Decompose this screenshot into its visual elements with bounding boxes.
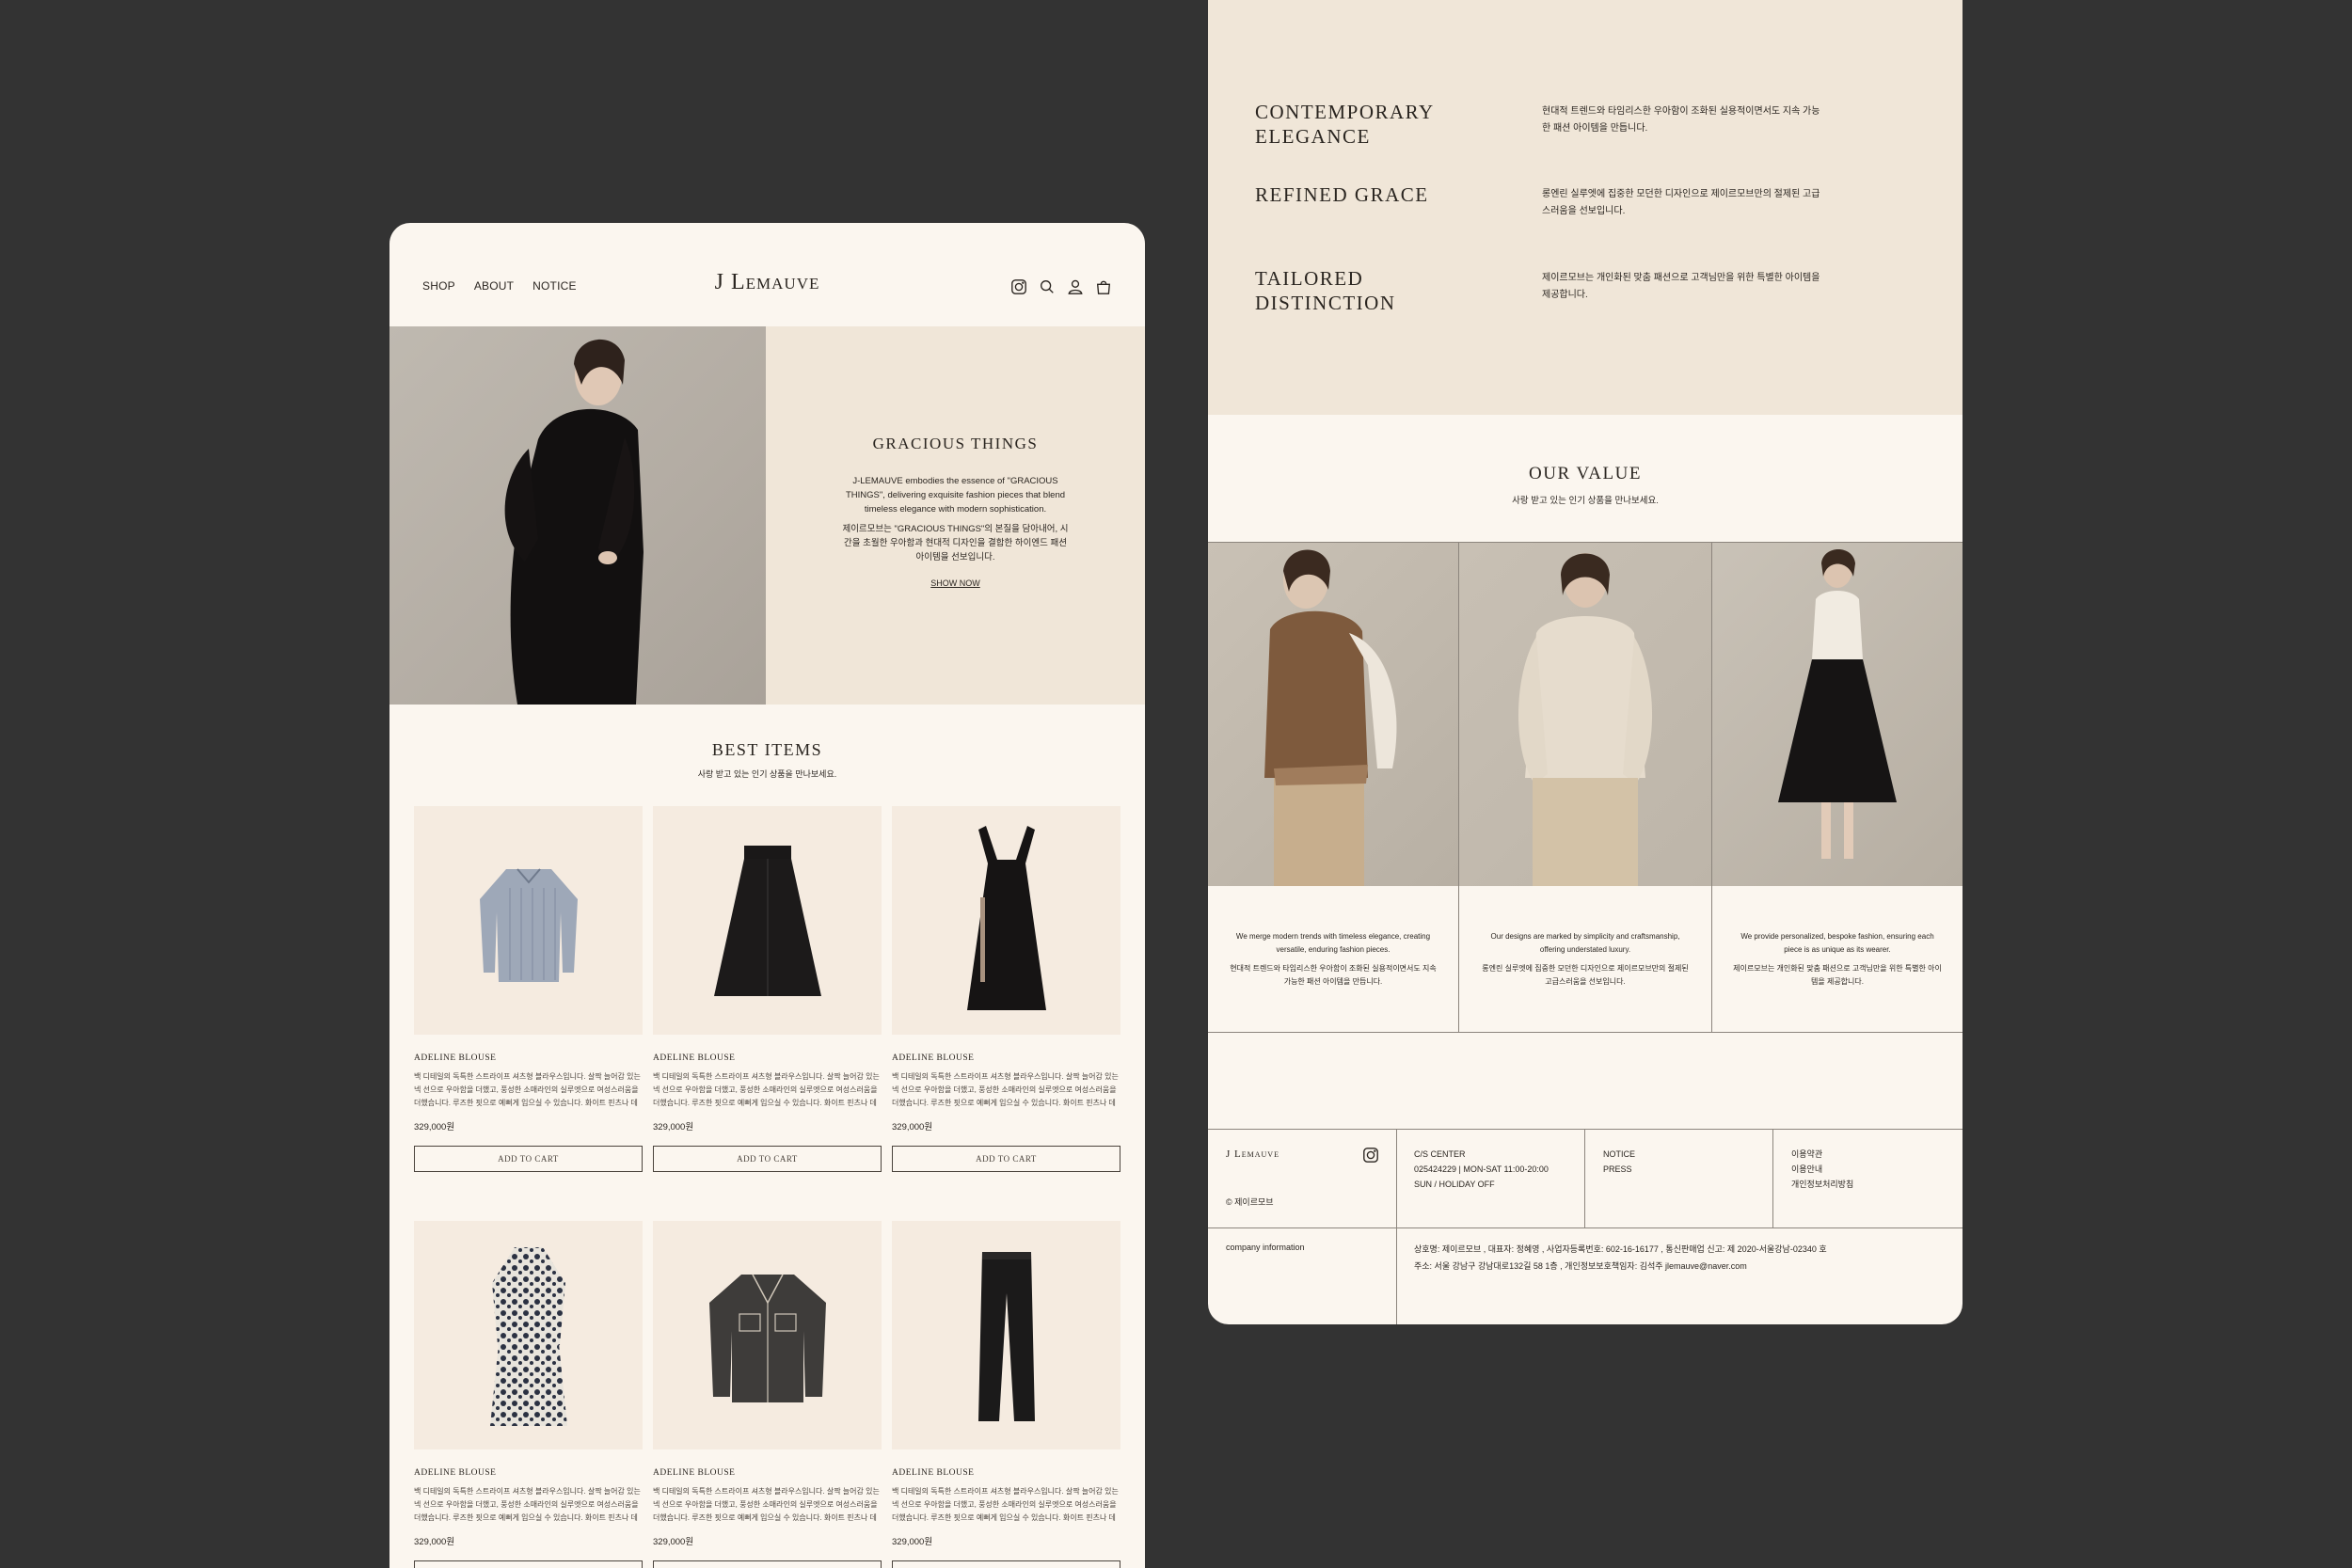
product-image-floral-dress[interactable] [414,1221,643,1449]
our-value-title: OUR VALUE [1529,464,1642,483]
shop-now-link[interactable]: SHOW NOW [766,578,1145,588]
footer-copyright: © 제이르모브 [1226,1197,1274,1207]
product-name[interactable]: ADELINE BLOUSE [653,1468,882,1478]
best-items-title: BEST ITEMS [711,740,823,759]
header-icons [1010,278,1112,295]
product-image-pants[interactable] [892,1221,1120,1449]
product-name[interactable]: ADELINE BLOUSE [653,1053,882,1063]
hero-model-image [389,326,766,705]
product-image-jacket[interactable] [653,1221,882,1449]
company-info-line: 주소: 서울 강남구 강남대로132길 58 1층 , 개인정보보호책임자: 김… [1414,1261,1747,1271]
concept-title: REFINED GRACE [1255,183,1429,206]
product-card[interactable]: ADELINE BLOUSE 백 디테일의 독특한 스트라이프 셔츠형 블라우스입… [653,1221,882,1568]
product-card[interactable]: ADELINE BLOUSE 백 디테일의 독특한 스트라이프 셔츠형 블라우스입… [653,806,882,1183]
product-description: 백 디테일의 독특한 스트라이프 셔츠형 블라우스입니다. 살짝 늘어감 있는 … [414,1487,641,1522]
our-value-subtitle: 사랑 받고 있는 인기 상품을 만나보세요. [1512,496,1659,506]
hero-description-ko: 제이르모브는 "GRACIOUS THINGS"의 본질을 담아내어, 시간을 … [842,524,1069,562]
product-card[interactable]: ADELINE BLOUSE 백 디테일의 독특한 스트라이프 셔츠형 블라우스입… [414,806,643,1183]
value-text-en: We provide personalized, bespoke fashion… [1740,932,1934,954]
product-price: 329,000원 [653,1537,694,1547]
footer-links-policy: 이용약관 이용안내 개인정보처리방침 [1791,1147,1853,1244]
product-image-dress[interactable] [892,806,1120,1035]
cs-holiday: SUN / HOLIDAY OFF [1414,1180,1495,1189]
product-card[interactable]: ADELINE BLOUSE 백 디테일의 독특한 스트라이프 셔츠형 블라우스입… [414,1221,643,1568]
company-info-label: company information [1226,1243,1305,1252]
footer-links-notice: NOTICE PRESS [1603,1147,1635,1244]
instagram-icon[interactable] [1010,278,1027,295]
add-to-cart-button[interactable]: ADD TO CART [653,1560,882,1568]
product-name[interactable]: ADELINE BLOUSE [414,1053,643,1063]
company-info: 상호명: 제이르모브 , 대표자: 정혜영 , 사업자등록번호: 602-16-… [1414,1241,1827,1275]
product-description: 백 디테일의 독특한 스트라이프 셔츠형 블라우스입니다. 살짝 늘어감 있는 … [653,1487,880,1522]
product-description: 백 디테일의 독특한 스트라이프 셔츠형 블라우스입니다. 살짝 늘어감 있는 … [414,1072,641,1107]
footer-divider [1772,1130,1773,1227]
add-to-cart-button[interactable]: ADD TO CART [653,1146,882,1172]
shop-page-mockup: SHOP ABOUT NOTICE J Lemauve GRACIOUS THI… [389,223,1145,1568]
site-header: SHOP ABOUT NOTICE J Lemauve [389,223,1145,326]
concept-text: 롱엔린 실루엣에 집중한 모던한 디자인으로 제이르모브만의 절제된 고급스러움… [1542,189,1820,216]
cs-phone[interactable]: 025424229 | MON-SAT 11:00-20:00 [1414,1162,1549,1177]
hero-text-panel: GRACIOUS THINGS J-LEMAUVE embodies the e… [766,326,1145,705]
instagram-icon[interactable] [1362,1147,1379,1164]
company-info-line: 상호명: 제이르모브 , 대표자: 정혜영 , 사업자등록번호: 602-16-… [1414,1244,1827,1254]
add-to-cart-button[interactable]: ADD TO CART [892,1560,1120,1568]
product-image-skirt[interactable] [653,806,882,1035]
concept-text: 현대적 트렌드와 타임리스한 우아함이 조화된 실용적이면서도 지속 가능한 패… [1542,106,1820,134]
product-name[interactable]: ADELINE BLOUSE [892,1468,1120,1478]
best-items-subtitle: 사랑 받고 있는 인기 상품을 만나보세요. [697,769,837,779]
product-description: 백 디테일의 독특한 스트라이프 셔츠형 블라우스입니다. 살짝 늘어감 있는 … [892,1072,1119,1107]
user-icon[interactable] [1067,278,1084,295]
product-description: 백 디테일의 독특한 스트라이프 셔츠형 블라우스입니다. 살짝 늘어감 있는 … [892,1487,1119,1522]
search-icon[interactable] [1039,278,1056,295]
value-item: We provide personalized, bespoke fashion… [1712,543,1963,1032]
product-name[interactable]: ADELINE BLOUSE [892,1053,1120,1063]
value-text-en: Our designs are marked by simplicity and… [1490,932,1680,954]
site-footer: J Lemauve © 제이르모브 C/S CENTER 025424229 |… [1208,1129,1963,1324]
product-name[interactable]: ADELINE BLOUSE [414,1468,643,1478]
product-price: 329,000원 [892,1122,933,1132]
product-card[interactable]: ADELINE BLOUSE 백 디테일의 독특한 스트라이프 셔츠형 블라우스입… [892,806,1120,1183]
product-price: 329,000원 [892,1537,933,1547]
add-to-cart-button[interactable]: ADD TO CART [414,1560,643,1568]
product-card[interactable]: ADELINE BLOUSE 백 디테일의 독특한 스트라이프 셔츠형 블라우스입… [892,1221,1120,1568]
value-grid: We merge modern trends with timeless ele… [1208,542,1963,1033]
value-image-black-skirt [1712,543,1963,886]
footer-link-notice[interactable]: NOTICE [1603,1147,1635,1162]
product-grid: ADELINE BLOUSE 백 디테일의 독특한 스트라이프 셔츠형 블라우스입… [414,806,1120,1568]
product-image-blouse[interactable] [414,806,643,1035]
cs-center: C/S CENTER 025424229 | MON-SAT 11:00-20:… [1414,1147,1549,1244]
concepts-section: CONTEMPORARY ELEGANCE 현대적 트렌드와 타임리스한 우아함… [1208,0,1963,415]
value-text-ko: 현대적 트렌드와 타임리스한 우아함이 조화된 실용적이면서도 지속 가능한 패… [1230,964,1437,986]
concept-text: 제이르모브는 개인화된 맞춤 패션으로 고객님만을 위한 특별한 아이템을 제공… [1542,273,1820,300]
concept-title: CONTEMPORARY ELEGANCE [1255,101,1434,148]
product-description: 백 디테일의 독특한 스트라이프 셔츠형 블라우스입니다. 살짝 늘어감 있는 … [653,1072,880,1107]
footer-link-guide[interactable]: 이용안내 [1791,1162,1853,1177]
product-price: 329,000원 [414,1537,455,1547]
footer-link-press[interactable]: PRESS [1603,1162,1635,1177]
cart-icon[interactable] [1095,278,1112,295]
product-price: 329,000원 [414,1122,455,1132]
footer-link-privacy[interactable]: 개인정보처리방침 [1791,1177,1853,1192]
footer-logo[interactable]: J Lemauve [1226,1148,1279,1160]
product-price: 329,000원 [653,1122,694,1132]
value-text-ko: 롱엔린 실루엣에 집중한 모던한 디자인으로 제이르모브만의 절제된 고급스러움… [1482,964,1689,986]
value-item: We merge modern trends with timeless ele… [1208,543,1459,1032]
concept-title: TAILORED DISTINCTION [1255,267,1396,314]
add-to-cart-button[interactable]: ADD TO CART [892,1146,1120,1172]
add-to-cart-button[interactable]: ADD TO CART [414,1146,643,1172]
about-page-mockup: CONTEMPORARY ELEGANCE 현대적 트렌드와 타임리스한 우아함… [1208,0,1963,1324]
value-text-ko: 제이르모브는 개인화된 맞춤 패션으로 고객님만을 위한 특별한 아이템을 제공… [1733,964,1942,986]
hero-description-en: J-LEMAUVE embodies the essence of "GRACI… [845,476,1066,515]
value-item: Our designs are marked by simplicity and… [1459,543,1712,1032]
hero-title: GRACIOUS THINGS [872,435,1039,452]
hero-section: GRACIOUS THINGS J-LEMAUVE embodies the e… [389,326,1145,705]
cs-title: C/S CENTER [1414,1149,1466,1159]
value-image-knit-sweater [1459,543,1711,886]
footer-link-terms[interactable]: 이용약관 [1791,1147,1853,1162]
footer-divider [1584,1130,1585,1227]
value-text-en: We merge modern trends with timeless ele… [1235,932,1431,954]
value-image-fur-vest [1208,543,1458,886]
